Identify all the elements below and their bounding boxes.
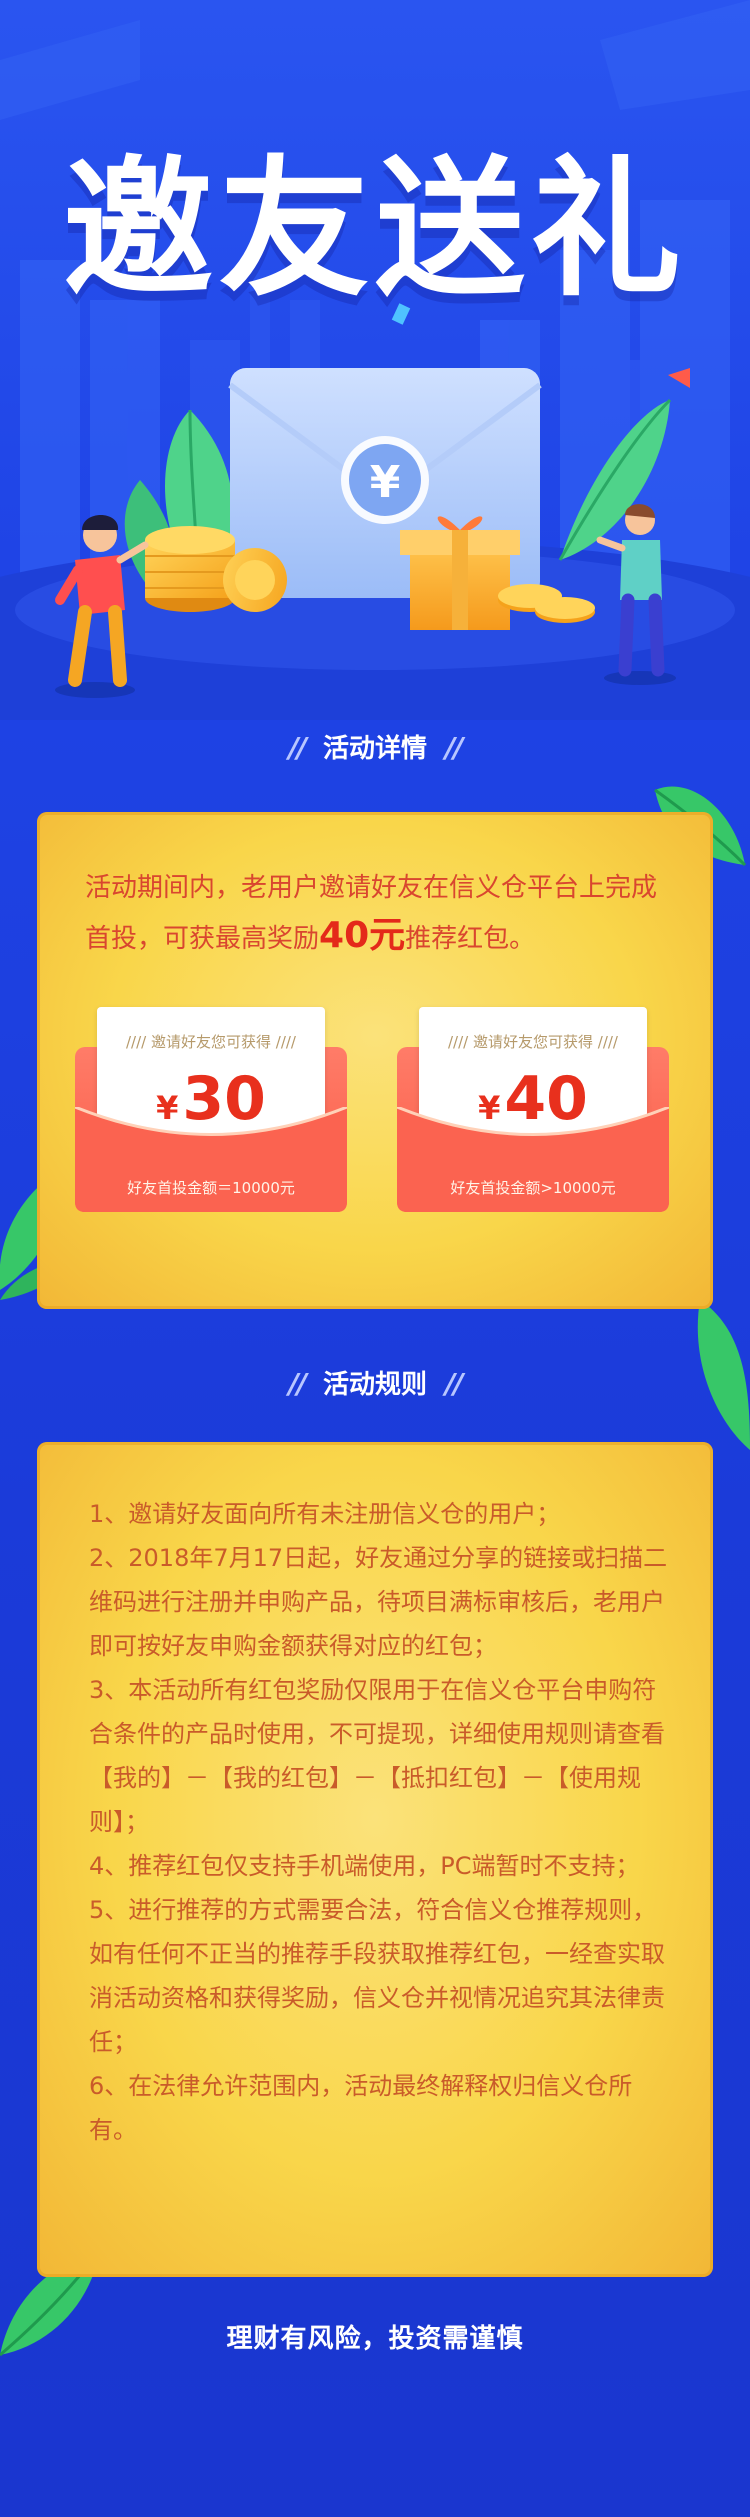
details-heading-text: 活动详情 bbox=[322, 734, 427, 764]
slash-decoration-icon: // bbox=[288, 731, 308, 764]
rules-heading: // 活动规则 // bbox=[0, 1364, 750, 1401]
details-card: 活动期间内，老用户邀请好友在信义仓平台上完成首投，可获最高奖励40元推荐红包。 … bbox=[37, 812, 713, 1309]
rule-item: 3、本活动所有红包奖励仅限用于在信义仓平台申购符合条件的产品时使用，不可提现，详… bbox=[89, 1676, 665, 1836]
coin-symbol: ¥ bbox=[370, 457, 401, 508]
invite-page: ¥ 邀友送礼 // 活动详情 // 活动期间内，老用户邀请好友在信义仓平台上完成… bbox=[0, 0, 750, 2517]
rule-item: 5、进行推荐的方式需要合法，符合信义仓推荐规则，如有任何不正当的推荐手段获取推荐… bbox=[89, 1896, 665, 2056]
rules-heading-text: 活动规则 bbox=[322, 1370, 427, 1400]
details-intro: 活动期间内，老用户邀请好友在信义仓平台上完成首投，可获最高奖励40元推荐红包。 bbox=[85, 864, 675, 963]
rule-item: 1、邀请好友面向所有未注册信义仓的用户； bbox=[89, 1500, 561, 1528]
rule-item: 2、2018年7月17日起，好友通过分享的链接或扫描二维码进行注册并申购产品，待… bbox=[89, 1544, 668, 1660]
red-packet-40: //// 邀请好友您可获得 //// ¥40 好友首投金额>10000元 bbox=[397, 1007, 669, 1212]
packet-condition: 好友首投金额>10000元 bbox=[450, 1179, 616, 1197]
risk-disclaimer: 理财有风险，投资需谨慎 bbox=[226, 2324, 524, 2354]
slash-decoration-icon: // bbox=[288, 1367, 308, 1400]
packet-amount: ¥30 bbox=[156, 1064, 266, 1134]
rules-list: 1、邀请好友面向所有未注册信义仓的用户； 2、2018年7月17日起，好友通过分… bbox=[89, 1492, 669, 2152]
slash-decoration-icon: // bbox=[445, 731, 464, 764]
details-heading: // 活动详情 // bbox=[0, 728, 750, 765]
slash-decoration-icon: // bbox=[445, 1367, 464, 1400]
red-packet-30: //// 邀请好友您可获得 //// ¥30 好友首投金额＝10000元 bbox=[75, 1007, 347, 1212]
intro-text-end: 推荐红包。 bbox=[405, 924, 536, 954]
hero-title: 邀友送礼 bbox=[62, 143, 687, 317]
packet-caption: //// 邀请好友您可获得 //// bbox=[126, 1033, 296, 1051]
rule-item: 6、在法律允许范围内，活动最终解释权归信义仓所有。 bbox=[89, 2072, 633, 2144]
hero-banner: ¥ 邀友送礼 bbox=[0, 0, 750, 720]
rules-card: 1、邀请好友面向所有未注册信义仓的用户； 2、2018年7月17日起，好友通过分… bbox=[37, 1442, 713, 2277]
packet-amount: ¥40 bbox=[478, 1064, 588, 1134]
packet-condition: 好友首投金额＝10000元 bbox=[127, 1179, 295, 1197]
rule-item: 4、推荐红包仅支持手机端使用，PC端暂时不支持； bbox=[89, 1852, 640, 1880]
max-reward: 40元 bbox=[319, 915, 406, 956]
packet-caption: //// 邀请好友您可获得 //// bbox=[448, 1033, 618, 1051]
